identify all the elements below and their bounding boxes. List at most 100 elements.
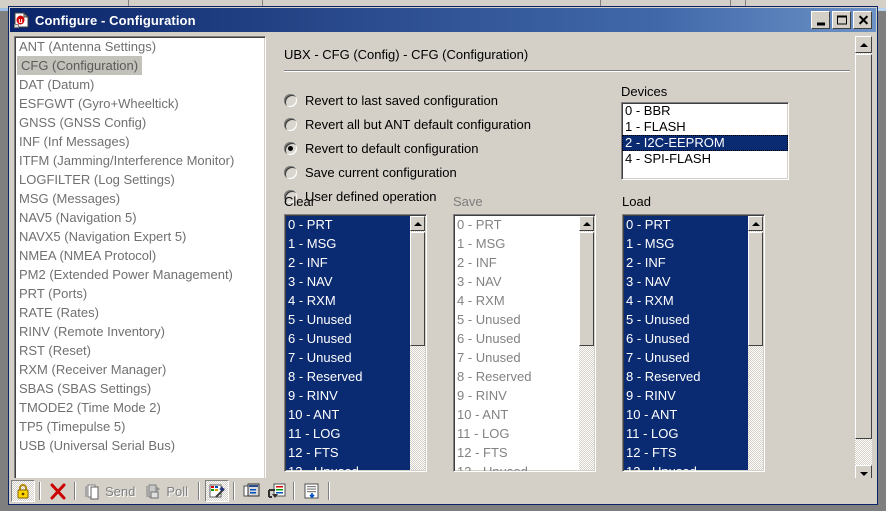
sidebar-item-sbas[interactable]: SBAS (SBAS Settings) xyxy=(15,379,265,398)
list-item[interactable]: 0 - PRT xyxy=(457,215,583,234)
scroll-up-button[interactable] xyxy=(410,216,425,231)
list-item[interactable]: 5 - Unused xyxy=(288,310,414,329)
sidebar-item-nmea[interactable]: NMEA (NMEA Protocol) xyxy=(15,246,265,265)
sidebar-item-inf[interactable]: INF (Inf Messages) xyxy=(15,132,265,151)
scroll-up-button[interactable] xyxy=(855,36,872,53)
operation-radio-group[interactable]: Revert to last saved configuration Revert… xyxy=(284,88,531,208)
radio-button-icon[interactable] xyxy=(284,141,297,155)
scroll-up-button[interactable] xyxy=(748,216,763,231)
list-item[interactable]: 4 - RXM xyxy=(288,291,414,310)
window-titlebar[interactable]: u Configure - Configuration xyxy=(10,8,876,32)
radio-option-2[interactable]: Revert to default configuration xyxy=(284,136,531,160)
radio-option-0[interactable]: Revert to last saved configuration xyxy=(284,88,531,112)
lock-button[interactable] xyxy=(11,480,35,502)
list-item[interactable]: 3 - NAV xyxy=(288,272,414,291)
sidebar-item-prt[interactable]: PRT (Ports) xyxy=(15,284,265,303)
list-item[interactable]: 11 - LOG xyxy=(457,424,583,443)
list-item[interactable]: 10 - ANT xyxy=(457,405,583,424)
sidebar-item-navx5[interactable]: NAVX5 (Navigation Expert 5) xyxy=(15,227,265,246)
report-button[interactable] xyxy=(300,480,324,502)
list-item[interactable]: 9 - RINV xyxy=(626,386,752,405)
list-item[interactable]: 7 - Unused xyxy=(626,348,752,367)
list-item[interactable]: 12 - FTS xyxy=(457,443,583,462)
radio-button-icon[interactable] xyxy=(284,117,297,131)
scrollbar-thumb[interactable] xyxy=(748,232,763,346)
sidebar-item-tp5[interactable]: TP5 (Timepulse 5) xyxy=(15,417,265,436)
list-item[interactable]: 13 - Unused xyxy=(457,462,583,471)
scrollbar-thumb[interactable] xyxy=(855,54,872,439)
device-item[interactable]: 0 - BBR xyxy=(622,103,788,119)
sidebar-item-rate[interactable]: RATE (Rates) xyxy=(15,303,265,322)
list-item[interactable]: 12 - FTS xyxy=(288,443,414,462)
list-item[interactable]: 11 - LOG xyxy=(626,424,752,443)
list-item[interactable]: 5 - Unused xyxy=(626,310,752,329)
sidebar-item-esfgwt[interactable]: ESFGWT (Gyro+Wheeltick) xyxy=(15,94,265,113)
list-item[interactable]: 13 - Unused xyxy=(626,462,752,471)
sidebar-item-rxm[interactable]: RXM (Receiver Manager) xyxy=(15,360,265,379)
cancel-button[interactable] xyxy=(46,480,70,502)
scrollbar-thumb[interactable] xyxy=(410,232,425,346)
radio-button-icon[interactable] xyxy=(284,93,297,107)
radio-option-1[interactable]: Revert all but ANT default configuration xyxy=(284,112,531,136)
maximize-button[interactable] xyxy=(832,11,851,29)
sidebar-item-ant[interactable]: ANT (Antenna Settings) xyxy=(15,37,265,56)
copy-window-button[interactable] xyxy=(240,480,264,502)
device-item[interactable]: 2 - I2C-EEPROM xyxy=(622,135,788,151)
sidebar-item-pm2[interactable]: PM2 (Extended Power Management) xyxy=(15,265,265,284)
sidebar-item-usb[interactable]: USB (Universal Serial Bus) xyxy=(15,436,265,455)
devices-list[interactable]: 0 - BBR 1 - FLASH 2 - I2C-EEPROM 4 - SPI-FL… xyxy=(621,102,789,180)
list-item[interactable]: 2 - INF xyxy=(457,253,583,272)
list-item[interactable]: 2 - INF xyxy=(626,253,752,272)
listbox-scrollbar[interactable] xyxy=(579,216,594,470)
scrollbar-thumb[interactable] xyxy=(579,232,594,346)
list-item[interactable]: 9 - RINV xyxy=(457,386,583,405)
list-item[interactable]: 3 - NAV xyxy=(457,272,583,291)
list-item[interactable]: 12 - FTS xyxy=(626,443,752,462)
list-item[interactable]: 6 - Unused xyxy=(288,329,414,348)
sidebar-item-itfm[interactable]: ITFM (Jamming/Interference Monitor) xyxy=(15,151,265,170)
list-item[interactable]: 5 - Unused xyxy=(457,310,583,329)
list-item[interactable]: 4 - RXM xyxy=(457,291,583,310)
config-button[interactable] xyxy=(205,480,230,502)
list-item[interactable]: 8 - Reserved xyxy=(288,367,414,386)
pane-vertical-scrollbar[interactable] xyxy=(855,36,872,482)
list-item[interactable]: 1 - MSG xyxy=(626,234,752,253)
sidebar-item-tmode2[interactable]: TMODE2 (Time Mode 2) xyxy=(15,398,265,417)
scroll-up-button[interactable] xyxy=(579,216,594,231)
save-listbox[interactable]: 0 - PRT 1 - MSG 2 - INF 3 - NAV 4 - RXM 5 - U… xyxy=(453,214,596,472)
list-item[interactable]: 0 - PRT xyxy=(626,215,752,234)
list-item[interactable]: 8 - Reserved xyxy=(626,367,752,386)
list-item[interactable]: 1 - MSG xyxy=(288,234,414,253)
device-item[interactable]: 1 - FLASH xyxy=(622,119,788,135)
list-item[interactable]: 6 - Unused xyxy=(626,329,752,348)
list-item[interactable]: 3 - NAV xyxy=(626,272,752,291)
list-item[interactable]: 13 - Unused xyxy=(288,462,414,471)
sidebar-item-logfilter[interactable]: LOGFILTER (Log Settings) xyxy=(15,170,265,189)
minimize-button[interactable] xyxy=(811,11,830,29)
list-item[interactable]: 10 - ANT xyxy=(288,405,414,424)
listbox-scrollbar[interactable] xyxy=(748,216,763,470)
list-item[interactable]: 4 - RXM xyxy=(626,291,752,310)
list-item[interactable]: 9 - RINV xyxy=(288,386,414,405)
list-item[interactable]: 1 - MSG xyxy=(457,234,583,253)
sidebar-item-rst[interactable]: RST (Reset) xyxy=(15,341,265,360)
sidebar-item-cfg[interactable]: CFG (Configuration) xyxy=(15,56,265,75)
list-item[interactable]: 2 - INF xyxy=(288,253,414,272)
close-button[interactable] xyxy=(853,11,872,29)
sidebar-item-dat[interactable]: DAT (Datum) xyxy=(15,75,265,94)
radio-option-3[interactable]: Save current configuration xyxy=(284,160,531,184)
message-tree-list[interactable]: ANT (Antenna Settings) CFG (Configuration… xyxy=(14,36,266,482)
list-item[interactable]: 6 - Unused xyxy=(457,329,583,348)
device-item[interactable]: 4 - SPI-FLASH xyxy=(622,151,788,167)
load-listbox[interactable]: 0 - PRT 1 - MSG 2 - INF 3 - NAV 4 - RXM 5 - U… xyxy=(622,214,765,472)
list-item[interactable]: 0 - PRT xyxy=(288,215,414,234)
sidebar-item-msg[interactable]: MSG (Messages) xyxy=(15,189,265,208)
poll-button[interactable]: Poll xyxy=(142,480,194,502)
list-item[interactable]: 11 - LOG xyxy=(288,424,414,443)
send-button[interactable]: Send xyxy=(81,480,141,502)
radio-button-icon[interactable] xyxy=(284,165,297,179)
list-item[interactable]: 8 - Reserved xyxy=(457,367,583,386)
listbox-scrollbar[interactable] xyxy=(410,216,425,470)
clear-listbox[interactable]: 0 - PRT 1 - MSG 2 - INF 3 - NAV 4 - RXM 5 - U… xyxy=(284,214,427,472)
sidebar-item-rinv[interactable]: RINV (Remote Inventory) xyxy=(15,322,265,341)
